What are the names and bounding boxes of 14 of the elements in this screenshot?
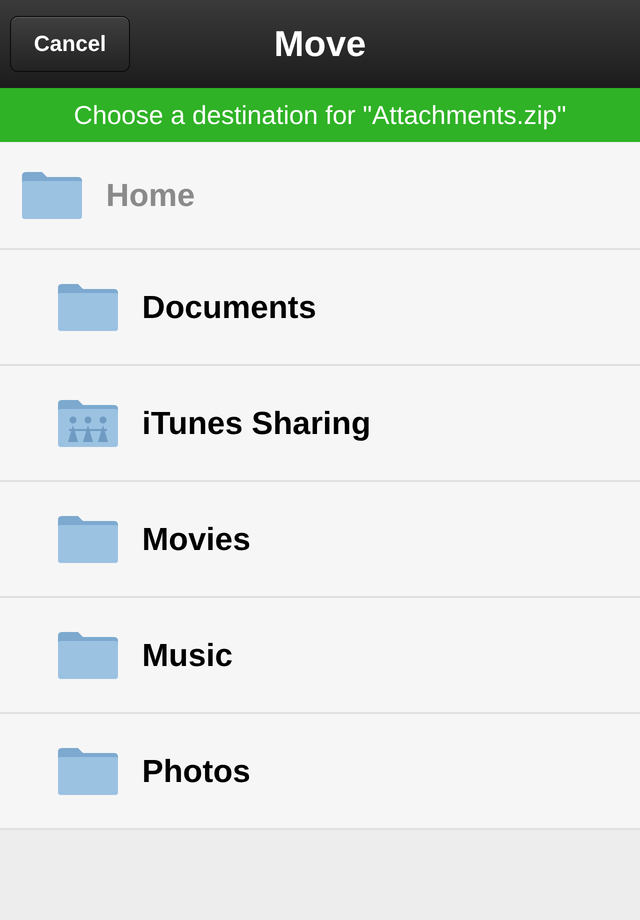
folder-icon (56, 514, 120, 564)
folder-icon (56, 282, 120, 332)
folder-name[interactable]: Photos (142, 752, 250, 790)
folder-icon (20, 170, 84, 220)
folder-name[interactable]: Music (142, 636, 233, 674)
folder-name[interactable]: iTunes Sharing (142, 404, 371, 442)
shared-folder-icon (56, 398, 120, 448)
folder-name[interactable]: Documents (142, 288, 316, 326)
cancel-button[interactable]: Cancel (10, 16, 130, 72)
folder-icon (56, 630, 120, 680)
screen-title: Move (274, 23, 366, 65)
folder-name[interactable]: Movies (142, 520, 250, 558)
folder-icon (56, 746, 120, 796)
destination-banner: Choose a destination for "Attachments.zip" (0, 88, 640, 142)
